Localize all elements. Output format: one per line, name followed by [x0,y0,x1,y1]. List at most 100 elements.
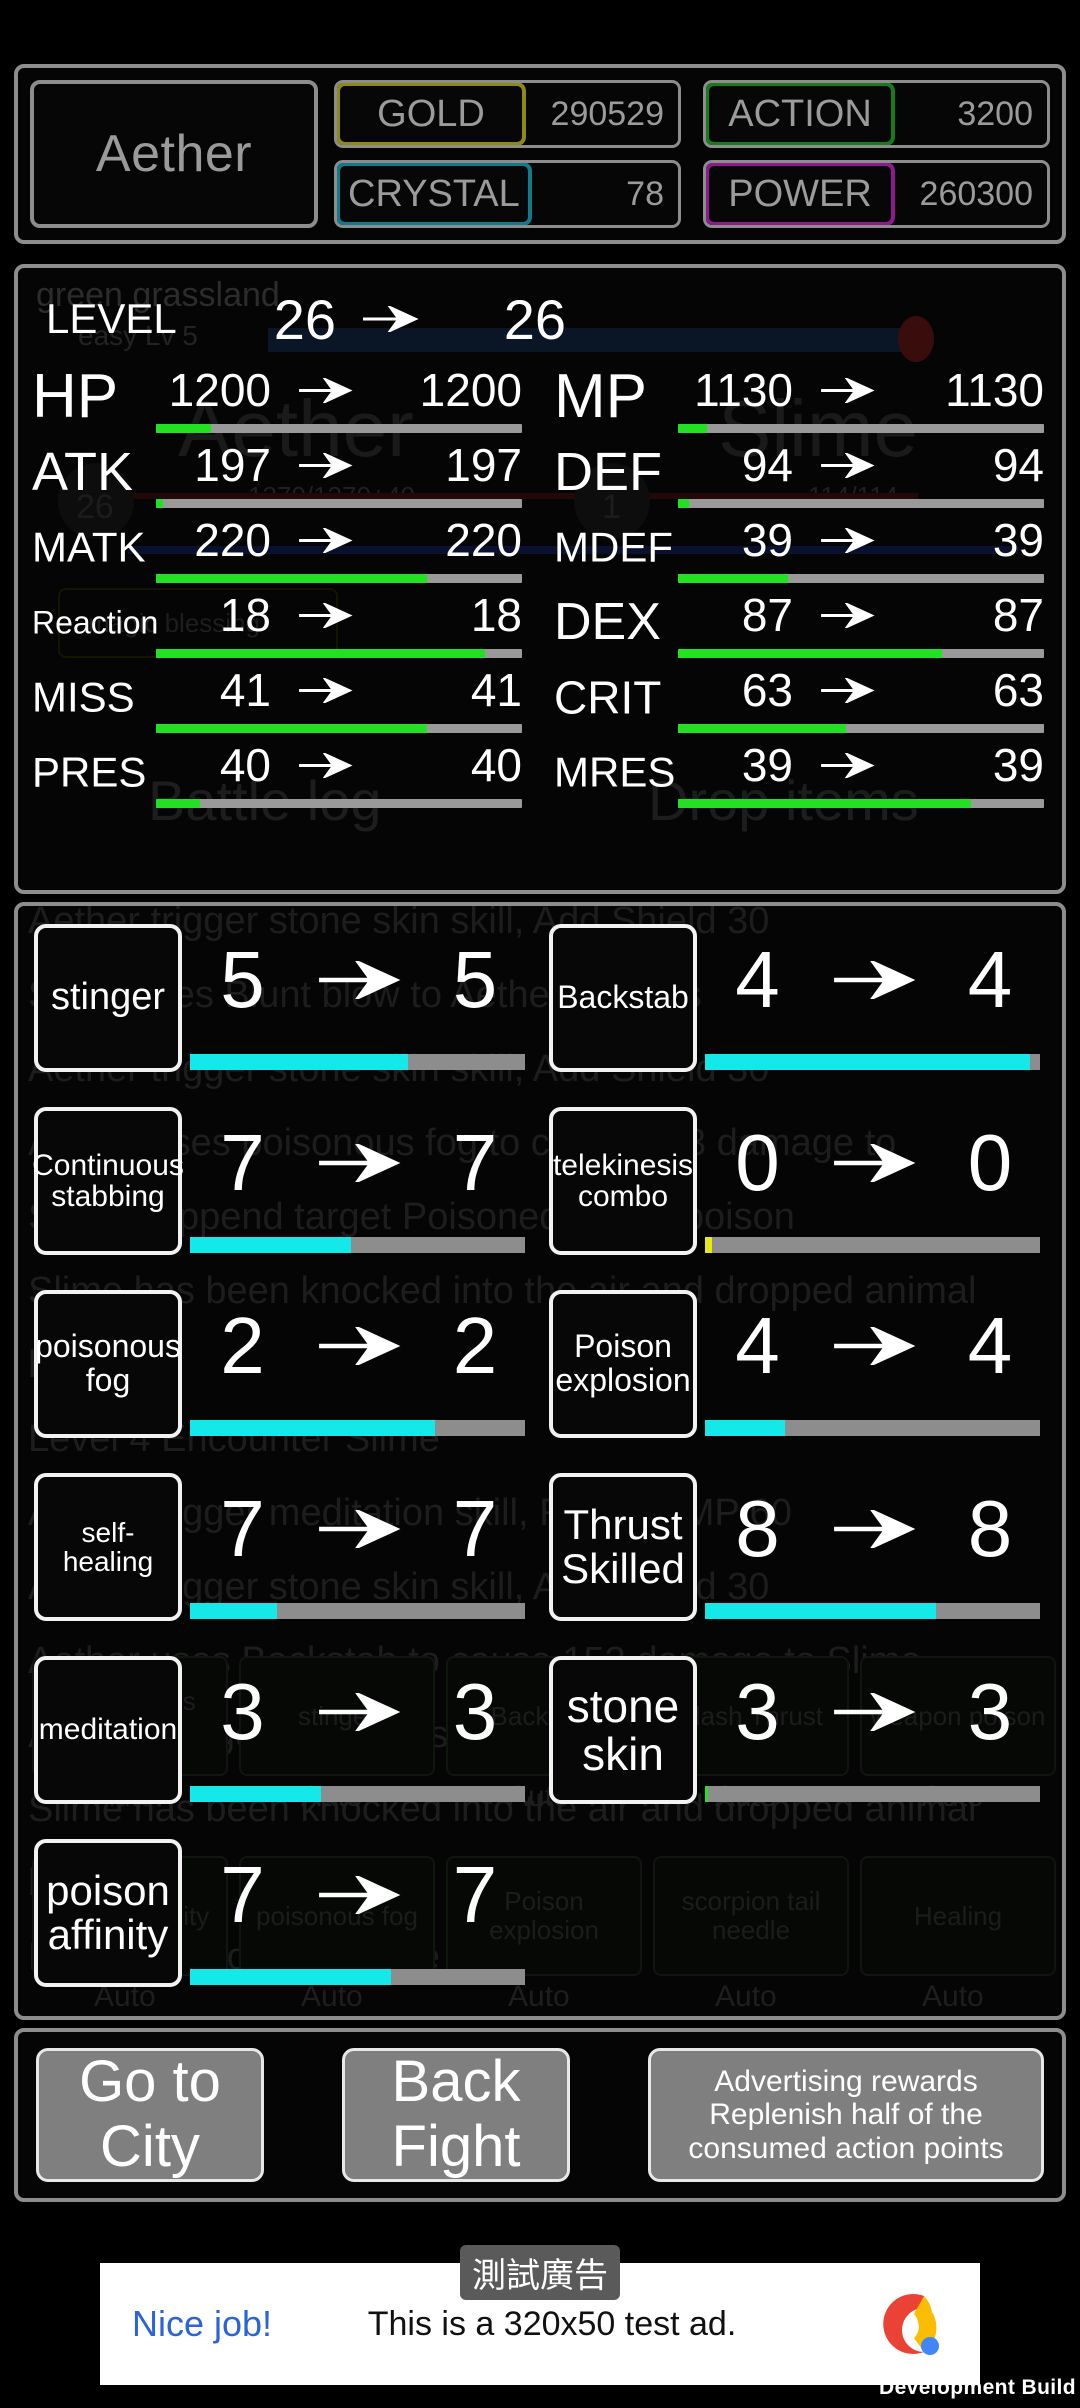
skill-values: 55 [182,920,531,1084]
skill-name-button[interactable]: stone skin [549,1656,697,1804]
skill-cell[interactable]: telekinesis combo 0 0 [549,1099,1046,1279]
skill-name-button[interactable]: Continuous stabbing [32,1107,184,1255]
arrow-right-icon [271,602,381,628]
skill-to-value: 3 [452,1667,498,1756]
skill-progress-bar [705,1420,1040,1436]
game-screen: Aether GOLD 290529 ACTION 3200 CRYSTAL 7… [0,0,1080,2408]
resource-power[interactable]: POWER 260300 [703,160,1050,228]
skill-cell[interactable]: Continuous stabbing 7 7 [32,1099,531,1279]
stat-to-value: 39 [992,739,1044,791]
skill-name-button[interactable]: self-healing [34,1473,182,1621]
resource-power-label: POWER [706,163,895,225]
stat-from-value: 1130 [694,364,793,416]
stat-from-value: 197 [194,439,271,491]
ad-body-text: This is a 320x50 test ad. [367,2304,737,2343]
skill-progress-bar [190,1969,525,1985]
stat-row-reaction: Reaction 18 18 [32,587,522,662]
skill-from-value: 0 [735,1118,780,1207]
skill-cell[interactable]: Backstab 4 4 [549,916,1046,1096]
admob-logo-icon [872,2286,948,2362]
stat-to-value: 1130 [945,364,1044,416]
skill-from-value: 8 [735,1484,780,1573]
stat-row-def: DEF 94 94 [554,437,1044,512]
resource-gold[interactable]: GOLD 290529 [334,80,681,148]
stat-progress-bar [156,724,522,733]
skill-grid: stinger 5 5 Backstab 4 4 Continuous stabbing 7 7… [32,916,1046,2011]
stat-from-value: 63 [741,664,793,716]
ad-banner[interactable]: Nice job! This is a 320x50 test ad. 測試廣告 [100,2245,980,2385]
skill-cell[interactable]: poison affinity 7 7 [34,1831,531,2011]
skill-to-value: 2 [452,1301,498,1390]
skill-name-button[interactable]: poisonous fog [34,1290,182,1438]
stat-from-value: 41 [219,664,271,716]
skill-progress-bar [190,1054,525,1070]
skill-progress-bar [705,1603,1040,1619]
stat-row-hp: HP 1200 1200 [32,361,522,437]
skill-values: 00 [697,1103,1046,1267]
skill-progress-bar [190,1237,525,1253]
actions-panel: Go to City Back Fight Advertising reward… [14,2028,1066,2202]
resource-action-label: ACTION [706,83,895,145]
skill-cell[interactable]: Poison explosion 4 4 [549,1282,1046,1462]
stat-progress-bar [156,499,522,508]
stat-values: 39 39 [678,512,1044,568]
skill-name-button[interactable]: Thrust Skilled [549,1473,697,1621]
skill-cell[interactable]: poisonous fog 2 2 [34,1282,531,1462]
skill-cell[interactable]: Thrust Skilled 8 8 [549,1465,1046,1645]
arrow-right-icon [295,1510,425,1548]
stat-to-value: 1200 [419,364,522,416]
skill-from-value: 7 [220,1484,265,1573]
ad-reward-button[interactable]: Advertising rewards Replenish half of th… [648,2048,1044,2182]
skill-name-button[interactable]: stinger [34,924,182,1072]
skill-to-value: 7 [452,1850,498,1939]
skill-cell[interactable]: stinger 5 5 [34,916,531,1096]
skill-name-button[interactable]: meditation [34,1656,182,1804]
arrow-right-icon [793,602,903,628]
skill-name-button[interactable]: Backstab [549,924,697,1072]
skill-cell[interactable]: stone skin 3 3 [549,1648,1046,1828]
stat-level-from: 26 [273,287,336,351]
stat-row-mp: MP 1130 1130 [554,361,1044,437]
stat-from-value: 94 [741,439,793,491]
skill-values: 44 [697,1286,1046,1450]
skill-to-value: 4 [967,1301,1013,1390]
skill-name-button[interactable]: telekinesis combo [549,1107,697,1255]
resource-action[interactable]: ACTION 3200 [703,80,1050,148]
stats-columns: HP 1200 1200 ATK 197 197 MATK 220 220 Reaction 18 1… [18,360,1062,882]
stat-row-mres: MRES 39 39 [554,737,1044,812]
resource-crystal[interactable]: CRYSTAL 78 [334,160,681,228]
stat-label-def: DEF [554,441,662,502]
skill-name-button[interactable]: Poison explosion [549,1290,697,1438]
stat-row-miss: MISS 41 41 [32,662,522,737]
skill-cell[interactable]: meditation 3 3 [34,1648,531,1828]
arrow-right-icon [810,961,940,999]
stat-row-pres: PRES 40 40 [32,737,522,812]
skill-values: 88 [697,1469,1046,1633]
stat-label-dex: DEX [554,592,661,651]
skill-name-button[interactable]: poison affinity [34,1839,182,1987]
skill-from-value: 7 [220,1118,265,1207]
stat-row-matk: MATK 220 220 [32,512,522,587]
character-name-box[interactable]: Aether [30,80,318,228]
stat-from-value: 220 [194,514,271,566]
resource-grid: GOLD 290529 ACTION 3200 CRYSTAL 78 POWER… [334,80,1050,228]
arrow-right-icon [793,752,903,778]
stat-values: 63 63 [678,662,1044,718]
arrow-right-icon [271,452,381,478]
stat-values: 220 220 [156,512,522,568]
stat-progress-bar [678,574,1044,583]
skill-from-value: 7 [220,1850,265,1939]
stats-column-right: MP 1130 1130 DEF 94 94 MDEF 39 39 DEX 87 87 CRIT 63 63… [540,360,1062,882]
skill-values: 77 [182,1469,531,1633]
back-fight-button[interactable]: Back Fight [342,2048,570,2182]
stat-label-atk: ATK [32,441,134,502]
stats-column-left: HP 1200 1200 ATK 197 197 MATK 220 220 Reaction 18 1… [18,360,540,882]
stat-label-matk: MATK [32,523,146,571]
resource-action-value: 3200 [957,94,1033,133]
skill-from-value: 3 [735,1667,780,1756]
skill-cell[interactable]: self-healing 7 7 [34,1465,531,1645]
stat-progress-bar [678,424,1044,433]
go-to-city-button[interactable]: Go to City [36,2048,264,2182]
skill-values: 33 [182,1652,531,1816]
stat-to-value: 18 [470,589,522,641]
